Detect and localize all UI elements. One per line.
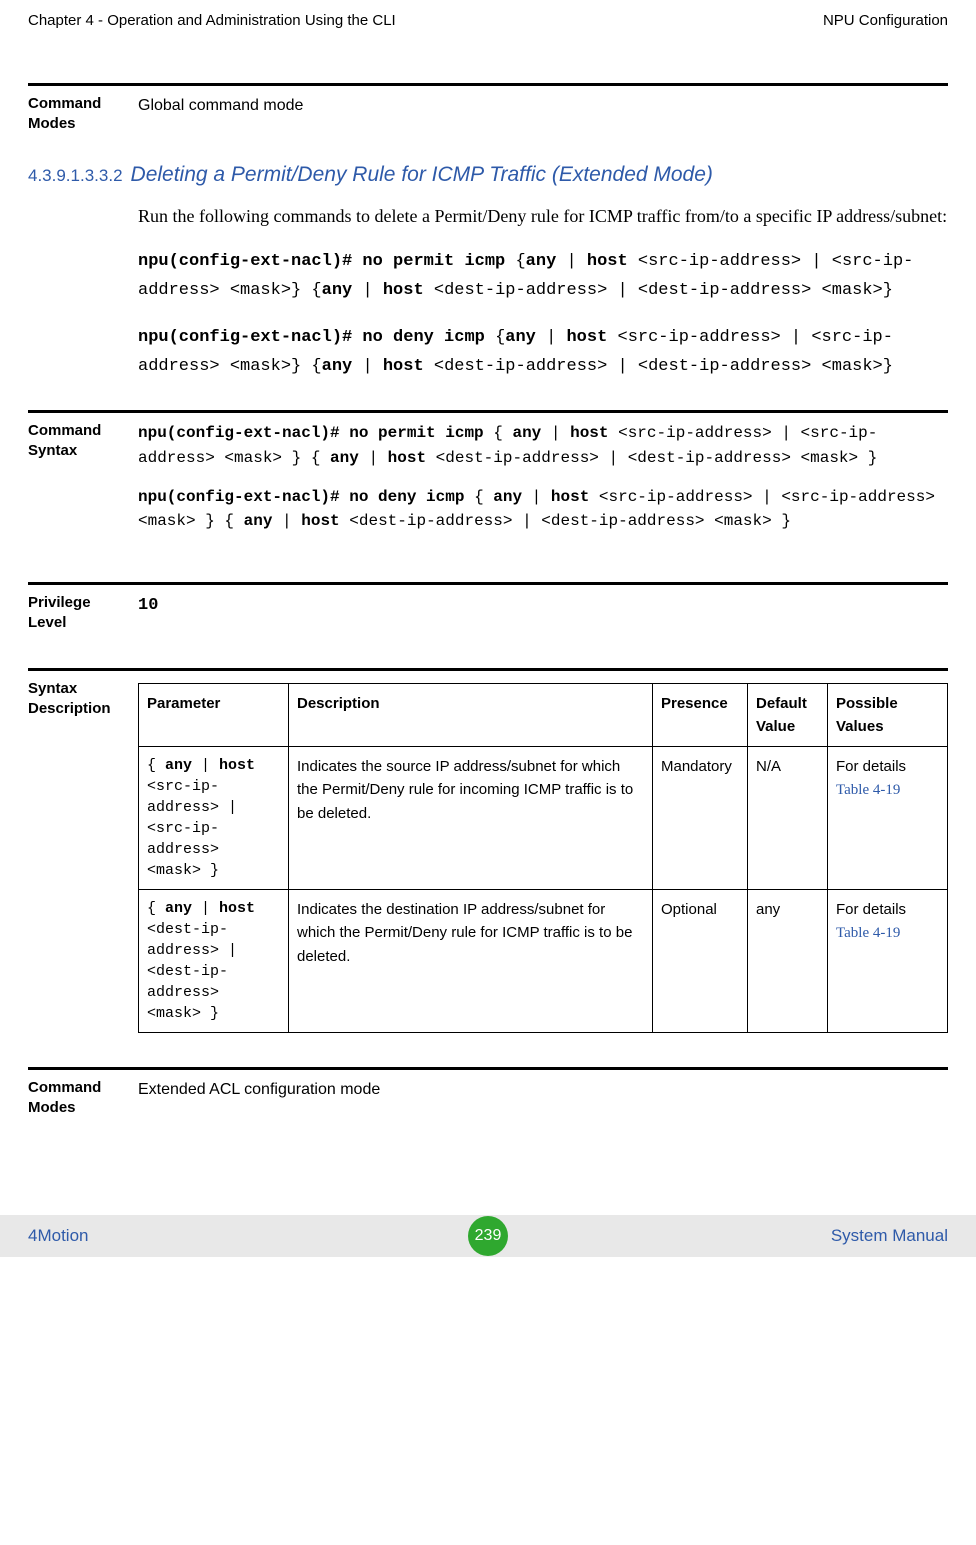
table-ref-link[interactable]: Table 4-19: [836, 925, 900, 941]
section-title: Deleting a Permit/Deny Rule for ICMP Tra…: [131, 163, 713, 187]
syntax-table: Parameter Description Presence Default V…: [138, 683, 948, 1034]
command-modes-value: Global command mode: [138, 94, 948, 119]
syntax-line-permit: npu(config-ext-nacl)# no permit icmp { a…: [138, 421, 948, 471]
th-presence: Presence: [653, 683, 748, 747]
cell-default: any: [748, 890, 828, 1033]
cell-description: Indicates the source IP address/subnet f…: [289, 747, 653, 890]
section-number: 4.3.9.1.3.3.2: [28, 166, 123, 186]
table-row: { any | host <dest-ip-address> | <dest-i…: [139, 890, 948, 1033]
command-modes-top-block: Command Modes Global command mode: [28, 83, 948, 141]
privilege-level-label: Privilege Level: [28, 593, 138, 634]
cell-possible: For details Table 4-19: [828, 890, 948, 1033]
cell-possible: For details Table 4-19: [828, 747, 948, 890]
cell-parameter: { any | host <src-ip-address> | <src-ip-…: [139, 747, 289, 890]
command-permit: npu(config-ext-nacl)# no permit icmp {an…: [138, 248, 948, 306]
content: Command Modes Global command mode 4.3.9.…: [0, 83, 976, 1125]
command-syntax-label: Command Syntax: [28, 421, 138, 462]
th-description: Description: [289, 683, 653, 747]
syntax-description-block: Syntax Description Parameter Description…: [28, 668, 948, 1040]
page-number-badge: 239: [468, 1216, 508, 1256]
page: Chapter 4 - Operation and Administration…: [0, 0, 976, 1257]
footer-left[interactable]: 4Motion: [28, 1226, 88, 1246]
command-modes-bottom-block: Command Modes Extended ACL configuration…: [28, 1067, 948, 1125]
command-deny: npu(config-ext-nacl)# no deny icmp {any …: [138, 324, 948, 382]
table-row: { any | host <src-ip-address> | <src-ip-…: [139, 747, 948, 890]
privilege-level-value: 10: [138, 593, 948, 619]
cell-description: Indicates the destination IP address/sub…: [289, 890, 653, 1033]
table-ref-link[interactable]: Table 4-19: [836, 782, 900, 798]
page-footer: 4Motion 239 System Manual: [0, 1215, 976, 1257]
footer-right[interactable]: System Manual: [831, 1226, 948, 1246]
th-default: Default Value: [748, 683, 828, 747]
th-possible: Possible Values: [828, 683, 948, 747]
header-left: Chapter 4 - Operation and Administration…: [28, 12, 396, 29]
command-syntax-body: npu(config-ext-nacl)# no permit icmp { a…: [138, 421, 948, 548]
command-syntax-block: Command Syntax npu(config-ext-nacl)# no …: [28, 410, 948, 554]
cell-presence: Optional: [653, 890, 748, 1033]
section-heading: 4.3.9.1.3.3.2 Deleting a Permit/Deny Rul…: [28, 163, 948, 187]
cell-presence: Mandatory: [653, 747, 748, 890]
syntax-description-body: Parameter Description Presence Default V…: [138, 679, 948, 1034]
command-modes-bottom-label: Command Modes: [28, 1078, 138, 1119]
cell-parameter: { any | host <dest-ip-address> | <dest-i…: [139, 890, 289, 1033]
command-modes-bottom-value: Extended ACL configuration mode: [138, 1078, 948, 1103]
privilege-level-block: Privilege Level 10: [28, 582, 948, 640]
intro-paragraph: Run the following commands to delete a P…: [138, 203, 948, 231]
header-right: NPU Configuration: [823, 12, 948, 29]
syntax-description-label: Syntax Description: [28, 679, 138, 720]
page-header: Chapter 4 - Operation and Administration…: [0, 0, 976, 35]
command-modes-label: Command Modes: [28, 94, 138, 135]
table-header-row: Parameter Description Presence Default V…: [139, 683, 948, 747]
th-parameter: Parameter: [139, 683, 289, 747]
cell-default: N/A: [748, 747, 828, 890]
syntax-line-deny: npu(config-ext-nacl)# no deny icmp { any…: [138, 485, 948, 535]
